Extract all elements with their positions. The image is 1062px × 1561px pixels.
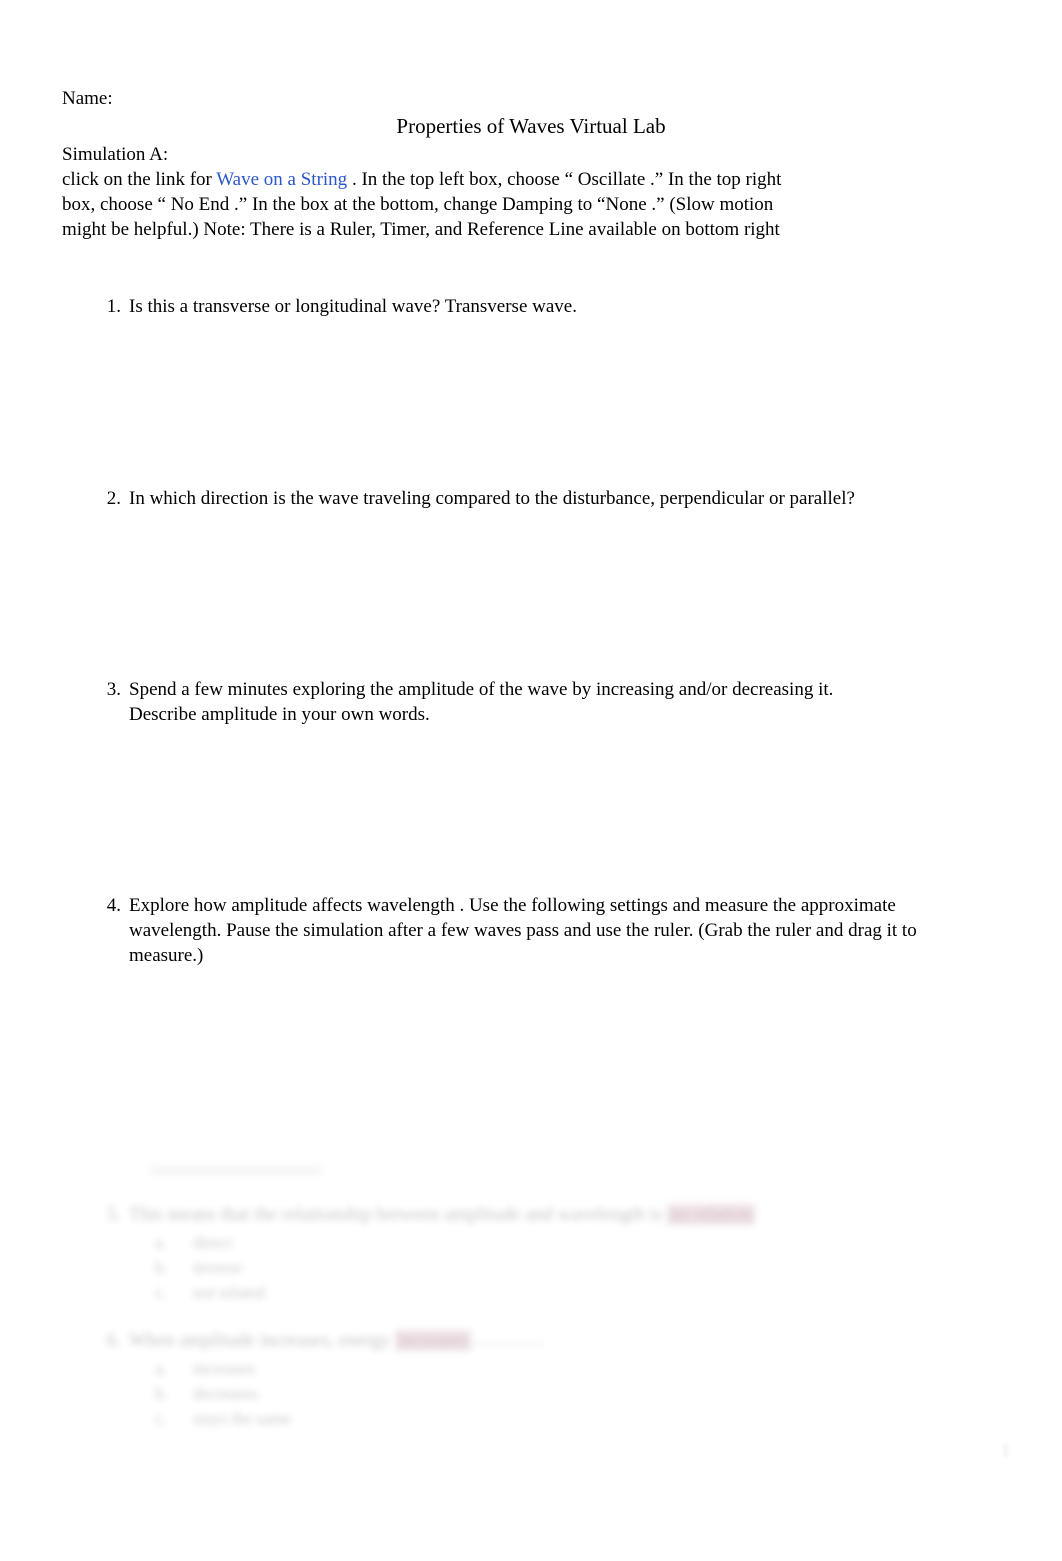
blurred-lower-section: 5. This means that the relationship betw… xyxy=(0,1150,1062,1450)
question-5-answer-highlight[interactable]: no relation xyxy=(667,1204,755,1225)
option-letter: c. xyxy=(155,1409,167,1428)
option-label: inverse xyxy=(193,1258,243,1277)
option-row[interactable]: a. direct xyxy=(155,1230,265,1255)
question-text-5: This means that the relationship between… xyxy=(129,1202,755,1227)
option-row[interactable]: b. inverse xyxy=(155,1255,265,1280)
option-label: stays the same xyxy=(193,1409,292,1428)
question-5-prompt: This means that the relationship between… xyxy=(129,1204,668,1225)
question-item-5: 5. This means that the relationship betw… xyxy=(93,1202,755,1227)
option-label: increases xyxy=(193,1359,256,1378)
question-6-prompt: When amplitude increases, energy xyxy=(129,1330,396,1351)
faded-residual-line xyxy=(150,1166,322,1175)
page-number: 1 xyxy=(1001,1441,1011,1460)
intro-paragraph: click on the link for Wave on a String .… xyxy=(62,167,782,243)
question-text-4: Explore how amplitude affects wavelength… xyxy=(129,895,917,967)
question-item-2: 2. In which direction is the wave travel… xyxy=(93,486,923,511)
option-letter: c. xyxy=(155,1283,167,1302)
option-letter: a. xyxy=(155,1359,167,1378)
question-item-6: 6. When amplitude increases, energy incr… xyxy=(93,1328,545,1353)
question-6-options: a. increases b. decreases c. stays the s… xyxy=(155,1356,291,1431)
question-text-1: Is this a transverse or longitudinal wav… xyxy=(129,296,577,317)
question-item-1: 1. Is this a transverse or longitudinal … xyxy=(93,294,893,319)
wave-on-a-string-link[interactable]: Wave on a String xyxy=(216,169,347,190)
option-label: not related xyxy=(193,1283,266,1302)
name-field-label: Name: xyxy=(62,88,113,109)
option-label: decreases xyxy=(193,1384,259,1403)
question-6-answer-highlight[interactable]: increases xyxy=(395,1330,471,1351)
option-label: direct xyxy=(193,1233,232,1252)
question-text-6: When amplitude increases, energy increas… xyxy=(129,1328,545,1353)
answer-blank-rule[interactable] xyxy=(470,1343,545,1344)
option-row[interactable]: a. increases xyxy=(155,1356,291,1381)
option-row[interactable]: c. not related xyxy=(155,1280,265,1305)
option-letter: b. xyxy=(155,1384,168,1403)
option-letter: a. xyxy=(155,1233,167,1252)
question-text-3: Spend a few minutes exploring the amplit… xyxy=(129,679,834,726)
section-label: Simulation A: xyxy=(62,144,169,165)
page-title: Properties of Waves Virtual Lab xyxy=(396,114,666,138)
question-5-options: a. direct b. inverse c. not related xyxy=(155,1230,265,1305)
question-number-4: 4. xyxy=(106,895,121,916)
question-number-1: 1. xyxy=(106,296,121,317)
question-item-3: 3. Spend a few minutes exploring the amp… xyxy=(93,677,893,727)
option-row[interactable]: b. decreases xyxy=(155,1381,291,1406)
document-page: Name: Properties of Waves Virtual Lab Si… xyxy=(0,0,1062,1561)
question-text-2: In which direction is the wave traveling… xyxy=(129,488,855,509)
intro-text-before-link: click on the link for xyxy=(62,169,217,190)
question-number-5: 5. xyxy=(106,1204,121,1225)
question-item-4: 4. Explore how amplitude affects wavelen… xyxy=(93,893,953,969)
question-number-2: 2. xyxy=(106,488,121,509)
question-number-3: 3. xyxy=(106,679,121,700)
question-number-6: 6. xyxy=(106,1330,121,1351)
option-letter: b. xyxy=(155,1258,168,1277)
option-row[interactable]: c. stays the same xyxy=(155,1406,291,1431)
